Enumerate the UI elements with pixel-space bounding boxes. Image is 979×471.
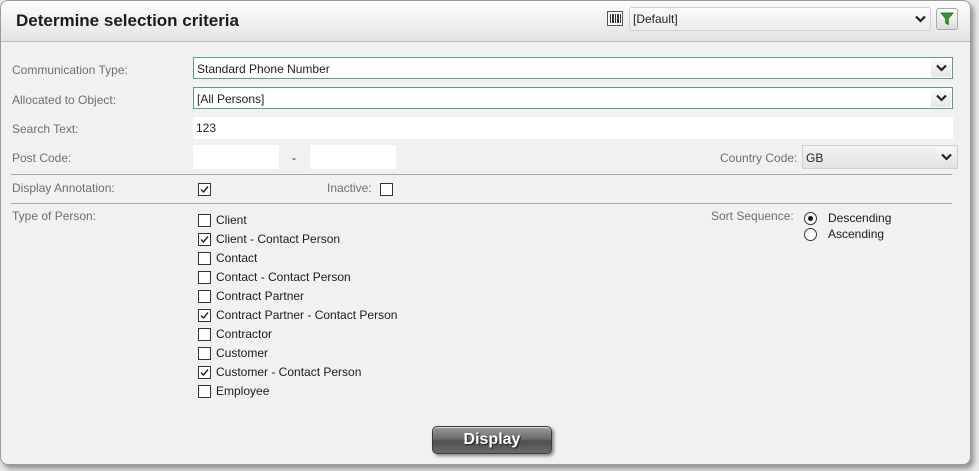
type-of-person-option-label[interactable]: Contract Partner <box>216 289 304 303</box>
post-code-to-input[interactable] <box>310 145 396 169</box>
divider <box>11 174 952 175</box>
sort-sequence-label: Sort Sequence: <box>711 209 794 223</box>
communication-type-value: Standard Phone Number <box>197 62 330 76</box>
chevron-down-icon <box>931 89 951 107</box>
divider <box>11 203 952 204</box>
type-of-person-checkbox[interactable] <box>198 366 211 379</box>
type-of-person-checkbox[interactable] <box>198 233 211 246</box>
post-code-from-input[interactable] <box>193 145 279 169</box>
variant-select-value: [Default] <box>633 12 678 26</box>
search-text-input[interactable]: 123 <box>193 117 953 139</box>
type-of-person-option-label[interactable]: Client <box>216 213 247 227</box>
checkmark-icon <box>200 186 209 194</box>
country-code-label: Country Code: <box>720 151 798 165</box>
country-code-select[interactable]: GB <box>802 145 958 169</box>
type-of-person-option-label[interactable]: Customer <box>216 346 268 360</box>
allocated-to-object-label: Allocated to Object: <box>12 93 117 107</box>
type-of-person-option-label[interactable]: Contractor <box>216 327 272 341</box>
post-code-separator: - <box>292 151 296 165</box>
sort-sequence-option-label[interactable]: Ascending <box>828 227 884 241</box>
communication-type-label: Communication Type: <box>12 63 128 77</box>
type-of-person-checkbox[interactable] <box>198 347 211 360</box>
chevron-down-icon <box>931 59 951 77</box>
type-of-person-option-label[interactable]: Contact - Contact Person <box>216 270 351 284</box>
type-of-person-option-label[interactable]: Customer - Contact Person <box>216 365 361 379</box>
type-of-person-option-label[interactable]: Employee <box>216 384 269 398</box>
display-annotation-label: Display Annotation: <box>12 181 115 195</box>
search-text-value: 123 <box>196 121 217 135</box>
sort-sequence-radio[interactable] <box>804 228 817 241</box>
barcode-icon[interactable] <box>607 11 623 26</box>
checkmark-icon <box>200 236 209 244</box>
sort-sequence-radio[interactable] <box>804 212 817 225</box>
country-code-value: GB <box>806 151 824 165</box>
type-of-person-option-label[interactable]: Contact <box>216 251 257 265</box>
page-title: Determine selection criteria <box>16 11 239 30</box>
type-of-person-checkbox[interactable] <box>198 290 211 303</box>
type-of-person-label: Type of Person: <box>12 209 97 223</box>
type-of-person-option-label[interactable]: Contract Partner - Contact Person <box>216 308 397 322</box>
type-of-person-option-label[interactable]: Client - Contact Person <box>216 232 340 246</box>
radio-selected-dot <box>808 216 813 221</box>
filter-icon <box>940 12 954 26</box>
chevron-down-icon <box>936 147 956 167</box>
checkmark-icon <box>200 312 209 320</box>
search-text-label: Search Text: <box>12 122 79 136</box>
post-code-label: Post Code: <box>12 151 72 165</box>
checkmark-icon <box>200 369 209 377</box>
type-of-person-checkbox[interactable] <box>198 309 211 322</box>
display-button[interactable]: Display <box>432 426 552 454</box>
type-of-person-checkbox[interactable] <box>198 328 211 341</box>
communication-type-select[interactable]: Standard Phone Number <box>193 57 953 79</box>
allocated-to-object-value: [All Persons] <box>197 92 265 106</box>
type-of-person-checkbox[interactable] <box>198 271 211 284</box>
type-of-person-checkbox[interactable] <box>198 214 211 227</box>
sort-sequence-option-label[interactable]: Descending <box>828 211 891 225</box>
panel-header: Determine selection criteria [Default] <box>1 1 970 42</box>
chevron-down-icon <box>915 12 926 26</box>
allocated-to-object-select[interactable]: [All Persons] <box>193 87 953 109</box>
display-annotation-checkbox[interactable] <box>198 183 211 196</box>
inactive-label: Inactive: <box>327 181 372 195</box>
filter-button[interactable] <box>936 8 958 30</box>
selection-criteria-panel: Determine selection criteria [Default] C… <box>0 0 971 465</box>
inactive-checkbox[interactable] <box>380 183 393 196</box>
variant-select[interactable]: [Default] <box>629 7 931 31</box>
type-of-person-checkbox[interactable] <box>198 252 211 265</box>
type-of-person-checkbox[interactable] <box>198 385 211 398</box>
